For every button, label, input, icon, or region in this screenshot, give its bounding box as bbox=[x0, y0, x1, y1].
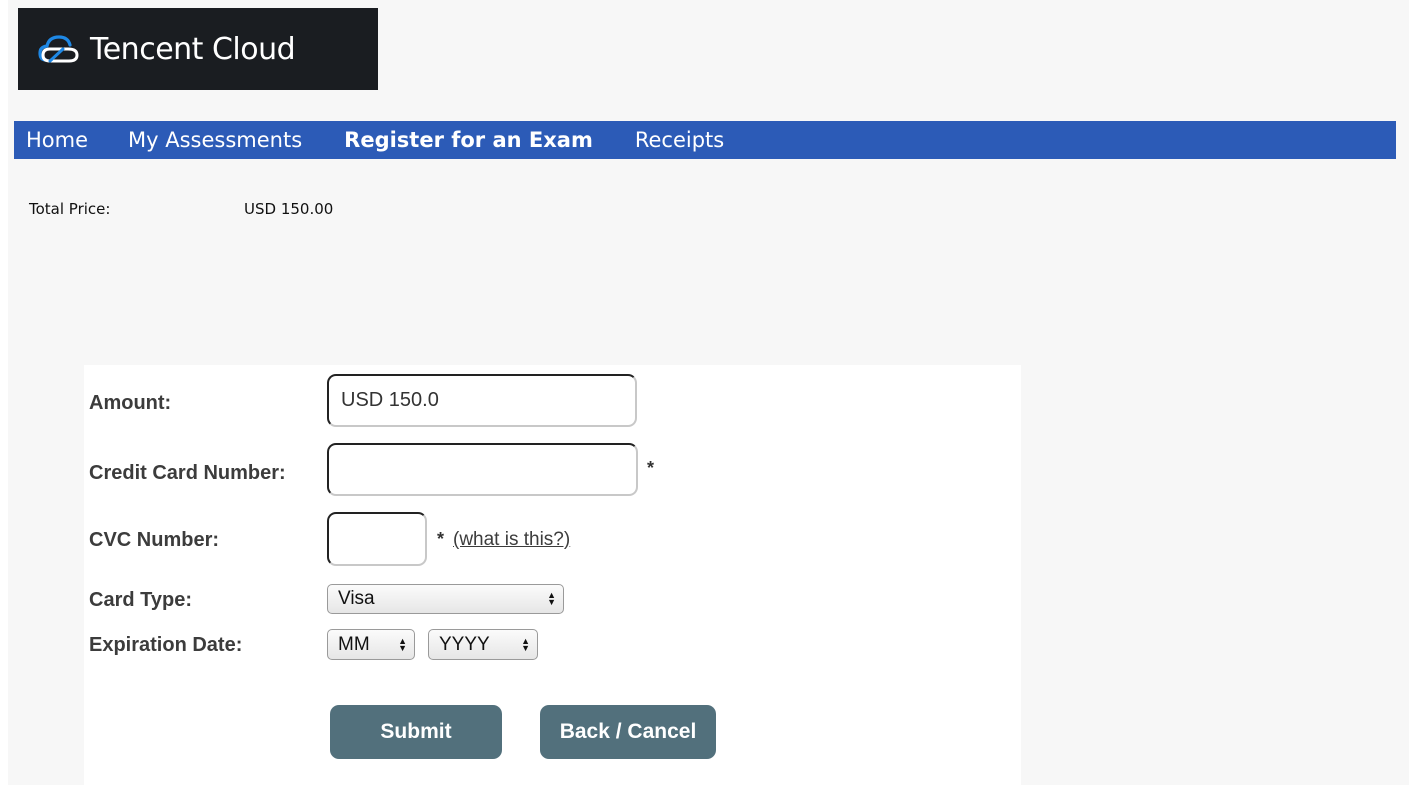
card-number-field[interactable] bbox=[327, 443, 638, 496]
total-price-label: Total Price: bbox=[29, 200, 111, 218]
main-nav: Home My Assessments Register for an Exam… bbox=[14, 121, 1396, 159]
expiration-year-select[interactable]: YYYY ▲ ▼ bbox=[428, 629, 538, 660]
cvc-label: CVC Number: bbox=[89, 529, 220, 551]
nav-receipts[interactable]: Receipts bbox=[635, 128, 724, 152]
amount-label: Amount: bbox=[89, 392, 172, 414]
nav-my-assessments[interactable]: My Assessments bbox=[128, 128, 302, 152]
select-arrows-icon: ▲ ▼ bbox=[521, 635, 530, 653]
logo-text: Tencent Cloud bbox=[90, 31, 296, 67]
card-type-selected: Visa bbox=[338, 588, 375, 609]
card-number-required-mark: * bbox=[647, 458, 655, 478]
cvc-required-mark: * bbox=[437, 529, 445, 549]
card-number-label: Credit Card Number: bbox=[89, 462, 286, 484]
select-arrows-icon: ▲ ▼ bbox=[398, 635, 407, 653]
select-arrows-icon: ▲ ▼ bbox=[547, 590, 556, 607]
amount-value: USD 150.0 bbox=[341, 389, 439, 411]
cvc-help-link[interactable]: (what is this?) bbox=[453, 529, 570, 551]
back-cancel-button[interactable]: Back / Cancel bbox=[540, 705, 716, 759]
expiration-month-selected: MM bbox=[338, 633, 370, 655]
page-edge bbox=[0, 0, 8, 785]
nav-home[interactable]: Home bbox=[26, 128, 88, 152]
expiration-label: Expiration Date: bbox=[89, 634, 243, 656]
cloud-icon bbox=[38, 35, 79, 63]
amount-field[interactable]: USD 150.0 bbox=[327, 374, 637, 427]
payment-page: Tencent Cloud Home My Assessments Regist… bbox=[0, 0, 1409, 785]
total-price-value: USD 150.00 bbox=[244, 200, 334, 218]
card-type-select[interactable]: Visa ▲ ▼ bbox=[327, 584, 564, 614]
expiration-month-select[interactable]: MM ▲ ▼ bbox=[327, 629, 415, 660]
expiration-year-selected: YYYY bbox=[439, 633, 490, 655]
cvc-field[interactable] bbox=[327, 512, 427, 566]
card-type-label: Card Type: bbox=[89, 589, 192, 611]
nav-register-for-exam[interactable]: Register for an Exam bbox=[344, 128, 593, 152]
submit-button[interactable]: Submit bbox=[330, 705, 502, 759]
tencent-cloud-logo[interactable]: Tencent Cloud bbox=[18, 8, 378, 90]
